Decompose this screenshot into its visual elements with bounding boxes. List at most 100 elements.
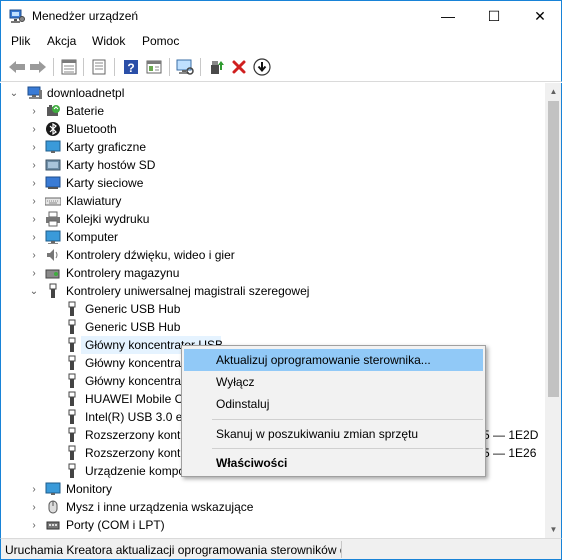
tree-child[interactable]: Generic USB Hub <box>1 300 545 318</box>
update-driver-button[interactable] <box>207 57 227 77</box>
tree-root[interactable]: ⌄ downloadnetpl <box>1 84 545 102</box>
tree-child-label: HUAWEI Mobile C <box>85 392 184 406</box>
details-button[interactable] <box>144 57 164 77</box>
battery-icon <box>47 105 60 116</box>
menu-separator <box>212 448 483 449</box>
tree-node-label: Klawiatury <box>66 194 122 208</box>
tree-child[interactable]: Generic USB Hub <box>1 318 545 336</box>
usb-icon <box>68 427 76 442</box>
chevron-right-icon[interactable]: › <box>29 196 39 207</box>
list-view-button[interactable] <box>89 57 109 77</box>
tree-node[interactable]: › Karty sieciowe <box>1 174 545 192</box>
tree-child-suffix: 5 — 1E2D <box>483 428 539 442</box>
tree-node[interactable]: › Monitory <box>1 480 545 498</box>
status-separator <box>341 541 342 558</box>
tree-node-label: Kontrolery uniwersalnej magistrali szere… <box>66 284 310 298</box>
minimize-button[interactable]: — <box>425 1 471 31</box>
chevron-right-icon[interactable]: › <box>29 268 39 279</box>
tree-node[interactable]: › Mysz i inne urządzenia wskazujące <box>1 498 545 516</box>
tree-node[interactable]: › Baterie <box>1 102 545 120</box>
menu-item-scan-hardware[interactable]: Skanuj w poszukiwaniu zmian sprzętu <box>184 423 483 445</box>
update-driver-icon <box>211 61 224 74</box>
forward-button[interactable] <box>28 57 48 77</box>
scrollbar-thumb[interactable] <box>548 101 559 397</box>
toolbar-separator <box>53 58 54 76</box>
toolbar-separator <box>83 58 84 76</box>
tree-node[interactable]: › Karty graficzne <box>1 138 545 156</box>
tree-child-suffix: 5 — 1E26 <box>483 446 537 460</box>
usb-icon <box>68 301 76 316</box>
printer-icon <box>46 211 60 227</box>
minimize-icon: — <box>441 8 455 24</box>
menu-action[interactable]: Akcja <box>47 34 76 48</box>
menu-item-uninstall[interactable]: Odinstaluj <box>184 393 483 415</box>
tree-node[interactable]: › Kontrolery dźwięku, wideo i gier <box>1 246 545 264</box>
help-button[interactable]: ? <box>121 57 141 77</box>
tree-node-expanded[interactable]: ⌄ Kontrolery uniwersalnej magistrali sze… <box>1 282 545 300</box>
chevron-right-icon[interactable]: › <box>29 214 39 225</box>
tree-node[interactable]: › Kolejki wydruku <box>1 210 545 228</box>
tree-node-label: Komputer <box>66 230 119 244</box>
tree-node-label: Kontrolery magazynu <box>66 266 180 280</box>
menu-item-disable[interactable]: Wyłącz <box>184 371 483 393</box>
usb-icon <box>68 445 76 460</box>
chevron-right-icon[interactable]: › <box>29 232 39 243</box>
tree-node[interactable]: › Komputer <box>1 228 545 246</box>
scroll-down-icon[interactable]: ▼ <box>545 521 562 538</box>
chevron-right-icon[interactable]: › <box>29 502 39 513</box>
uninstall-button[interactable] <box>229 57 249 77</box>
chevron-right-icon[interactable]: › <box>29 520 39 531</box>
usb-icon <box>68 319 76 334</box>
sd-host-icon <box>45 159 61 171</box>
forward-icon <box>30 61 46 73</box>
usb-icon <box>68 355 76 370</box>
speaker-icon <box>47 249 58 261</box>
tree-node[interactable]: › Bluetooth <box>1 120 545 138</box>
tree-node[interactable]: › Karty hostów SD <box>1 156 545 174</box>
keyboard-icon <box>45 197 61 206</box>
usb-icon <box>68 391 76 406</box>
tree-node[interactable]: › Kontrolery magazynu <box>1 264 545 282</box>
chevron-right-icon[interactable]: › <box>29 484 39 495</box>
chevron-right-icon[interactable]: › <box>29 178 39 189</box>
tree-node[interactable]: › Klawiatury <box>1 192 545 210</box>
tree-node-label: Monitory <box>66 482 113 496</box>
scan-hardware-button[interactable] <box>175 57 195 77</box>
chevron-right-icon[interactable]: › <box>29 250 39 261</box>
scroll-up-icon[interactable]: ▲ <box>545 83 562 100</box>
back-button[interactable] <box>7 57 27 77</box>
tree-child-label: Generic USB Hub <box>85 320 181 334</box>
chevron-right-icon[interactable]: › <box>29 160 39 171</box>
menu-help[interactable]: Pomoc <box>142 34 179 48</box>
disable-button[interactable] <box>252 57 272 77</box>
chevron-down-icon[interactable]: ⌄ <box>29 286 39 297</box>
tree-node-label: Mysz i inne urządzenia wskazujące <box>66 500 254 514</box>
menu-item-properties[interactable]: Właściwości <box>184 452 483 474</box>
uninstall-icon <box>232 60 246 74</box>
menu-separator <box>212 419 483 420</box>
chevron-right-icon[interactable]: › <box>29 124 39 135</box>
tree-node-label: Baterie <box>66 104 105 118</box>
back-icon <box>9 61 25 73</box>
tree-child-label: Intel(R) USB 3.0 eX <box>85 410 191 424</box>
menu-view[interactable]: Widok <box>92 34 125 48</box>
maximize-button[interactable]: ☐ <box>471 1 517 31</box>
chevron-right-icon[interactable]: › <box>29 142 39 153</box>
close-icon: ✕ <box>534 7 546 24</box>
vertical-scrollbar[interactable]: ▲ ▼ <box>545 83 562 538</box>
usb-icon <box>68 373 76 388</box>
chevron-down-icon[interactable]: ⌄ <box>9 88 19 99</box>
tree-node[interactable]: › Porty (COM i LPT) <box>1 516 545 534</box>
properties-view-button[interactable] <box>59 57 79 77</box>
menu-file[interactable]: Plik <box>11 34 30 48</box>
storage-icon <box>45 269 60 279</box>
properties-view-icon <box>61 59 77 75</box>
tree-node-label: Kolejki wydruku <box>66 212 150 226</box>
menu-item-update-driver[interactable]: Aktualizuj oprogramowanie sterownika... <box>184 349 483 371</box>
close-button[interactable]: ✕ <box>517 1 562 31</box>
list-view-icon <box>92 59 106 75</box>
chevron-right-icon[interactable]: › <box>29 106 39 117</box>
help-icon: ? <box>124 60 138 75</box>
tree-node-label: Bluetooth <box>66 122 117 136</box>
port-icon <box>46 521 60 530</box>
